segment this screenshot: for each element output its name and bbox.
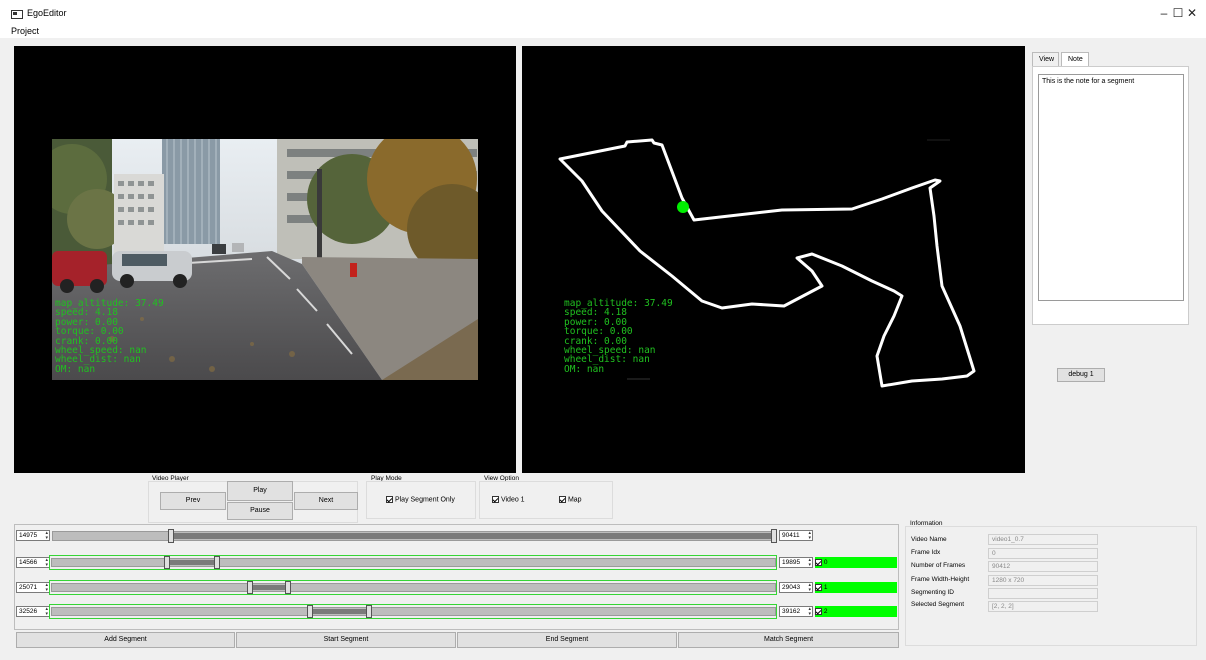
segment-start-spinbox[interactable]: 25071 ▴ ▾	[16, 582, 50, 593]
segment-start-handle[interactable]	[307, 605, 313, 618]
segment-select-label[interactable]: 0	[815, 557, 897, 568]
video1-option[interactable]: Video 1	[492, 496, 525, 503]
menu-project[interactable]: Project	[11, 26, 39, 36]
match-segment-button[interactable]: Match Segment	[678, 632, 899, 648]
close-button[interactable]: ✕	[1177, 4, 1206, 22]
current-position-marker	[677, 201, 689, 213]
segment-start-handle[interactable]	[164, 556, 170, 569]
info-key-number-of-frames: Number of Frames	[911, 562, 966, 569]
next-button[interactable]: Next	[294, 492, 358, 510]
segment-start-handle[interactable]	[247, 581, 253, 594]
play-segment-only-label: Play Segment Only	[394, 496, 455, 504]
map-telemetry-overlay: map_altitude: 37.49 speed: 4.18 power: 0…	[564, 298, 673, 375]
info-key-segmenting-id: Segmenting ID	[911, 589, 954, 596]
info-value-frame-idx: 0	[988, 548, 1098, 559]
segment-end-spinbox[interactable]: 29043 ▴ ▾	[779, 582, 813, 593]
title-bar	[0, 0, 1206, 24]
video1-label: Video 1	[500, 496, 525, 504]
segment-end-spinbox[interactable]: 39162 ▴ ▾	[779, 606, 813, 617]
info-key-video-name: Video Name	[911, 536, 947, 543]
segment-start-spinbox[interactable]: 32526 ▴ ▾	[16, 606, 50, 617]
segment-end-handle[interactable]	[214, 556, 220, 569]
start-segment-button[interactable]: Start Segment	[236, 632, 456, 648]
info-value-video-name: video1_0.7	[988, 534, 1098, 545]
segment-start-spinbox[interactable]: 14566 ▴ ▾	[16, 557, 50, 568]
info-value-segmenting-id	[988, 588, 1098, 599]
segment-track	[51, 583, 776, 592]
video1-checkbox[interactable]	[492, 496, 499, 503]
play-segment-only-checkbox[interactable]	[386, 496, 393, 503]
segment-select-checkbox[interactable]	[815, 558, 822, 566]
play-button[interactable]: Play	[227, 481, 293, 501]
segment-range-fill	[311, 609, 369, 614]
info-value-selected-segment: [2, 2, 2]	[988, 601, 1098, 612]
info-key-frame-idx: Frame Idx	[911, 549, 941, 556]
window-title: EgoEditor	[27, 8, 67, 18]
video-telemetry-overlay: map_altitude: 37.49 speed: 4.18 power: 0…	[55, 298, 164, 375]
end-segment-button[interactable]: End Segment	[457, 632, 677, 648]
map-checkbox[interactable]	[559, 496, 566, 503]
map-option[interactable]: Map	[559, 496, 582, 503]
segment-select-label[interactable]: 2	[815, 606, 897, 617]
note-textarea[interactable]: This is the note for a segment	[1038, 74, 1184, 301]
segment-track	[51, 558, 776, 567]
main-start-spinbox[interactable]: 14975 ▴ ▾	[16, 530, 50, 541]
info-value-frame-width-height: 1280 x 720	[988, 575, 1098, 586]
segment-range-fill	[168, 560, 217, 565]
tab-note[interactable]: Note	[1061, 52, 1089, 66]
prev-button[interactable]: Prev	[160, 492, 226, 510]
segment-range-fill	[251, 585, 288, 590]
add-segment-button[interactable]: Add Segment	[16, 632, 235, 648]
segment-end-handle[interactable]	[285, 581, 291, 594]
app-icon	[11, 10, 23, 19]
segment-end-spinbox[interactable]: 19895 ▴ ▾	[779, 557, 813, 568]
info-value-number-of-frames: 90412	[988, 561, 1098, 572]
segment-select-label[interactable]: 1	[815, 582, 897, 593]
segment-select-checkbox[interactable]	[815, 607, 822, 615]
main-end-spinbox[interactable]: 90411 ▴ ▾	[779, 530, 813, 541]
info-key-selected-segment: Selected Segment	[911, 601, 965, 608]
map-label: Map	[567, 496, 582, 504]
pause-button[interactable]: Pause	[227, 502, 293, 520]
debug-button[interactable]: debug 1	[1057, 368, 1105, 382]
main-range-fill	[173, 533, 773, 539]
main-start-handle[interactable]	[168, 529, 174, 543]
menu-bar	[0, 24, 1206, 38]
info-key-frame-width-height: Frame Width-Height	[911, 576, 970, 583]
play-segment-only-option[interactable]: Play Segment Only	[386, 496, 455, 503]
segment-end-handle[interactable]	[366, 605, 372, 618]
segment-track	[51, 607, 776, 616]
segment-select-checkbox[interactable]	[815, 583, 822, 591]
tab-view[interactable]: View	[1032, 52, 1059, 66]
route-map	[558, 138, 976, 388]
main-end-handle[interactable]	[771, 529, 777, 543]
